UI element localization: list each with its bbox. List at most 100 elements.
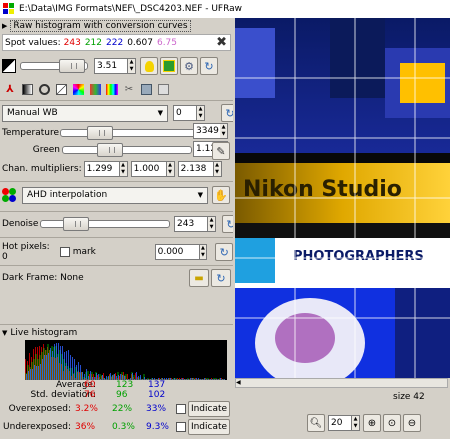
- histogram-bar: [166, 378, 167, 380]
- tab-lens-icon[interactable]: [36, 81, 52, 97]
- histogram-bar: [180, 379, 181, 380]
- tab-save-icon[interactable]: [138, 81, 154, 97]
- wb-picker-icon[interactable]: ✎: [212, 142, 230, 160]
- histogram-bar: [30, 369, 31, 380]
- histogram-bar: [184, 379, 185, 380]
- denoise-spin[interactable]: ▲ ▼: [208, 216, 216, 232]
- zoom-fit-icon[interactable]: ⊙: [383, 414, 401, 432]
- histogram-bar: [202, 379, 203, 380]
- auto-exposure-icon[interactable]: [140, 57, 158, 75]
- chan-mult-b-spin[interactable]: ▲ ▼: [214, 161, 222, 177]
- chan-mult-g-spin[interactable]: ▲ ▼: [167, 161, 175, 177]
- histogram-bar: [138, 376, 139, 380]
- green-slider-thumb[interactable]: [97, 143, 123, 157]
- scroll-left-icon[interactable]: ◀: [236, 379, 241, 386]
- histogram-bar: [208, 379, 209, 380]
- zoom-out-icon[interactable]: 🔍︎: [307, 414, 325, 432]
- histogram-bar: [58, 343, 59, 380]
- chan-mult-g-field[interactable]: 1.000: [131, 161, 167, 177]
- histogram-bar: [38, 366, 39, 380]
- underexposed-b: 9.3%: [146, 422, 169, 432]
- reset-hot-pixels-icon[interactable]: ↻: [215, 243, 233, 261]
- reset-dark-frame-icon[interactable]: ↻: [211, 269, 231, 287]
- interpolation-row: AHD interpolation ▼ ✋: [2, 185, 230, 205]
- hot-pixels-field[interactable]: 0.000: [155, 244, 200, 260]
- temperature-field[interactable]: 3349: [193, 123, 221, 139]
- tab-rgb-icon[interactable]: ⅄: [2, 81, 18, 97]
- chan-mult-r-spin[interactable]: ▲ ▼: [120, 161, 128, 177]
- tab-grayscale-icon[interactable]: [19, 81, 35, 97]
- open-dark-frame-icon[interactable]: ▬: [189, 269, 209, 287]
- histogram-bar: [172, 379, 173, 380]
- exposure-spin[interactable]: ▲ ▼: [128, 58, 136, 74]
- dark-frame-row: Dark Frame: None ▬ ↻: [2, 268, 231, 288]
- chan-mult-b-field[interactable]: 2.138: [178, 161, 214, 177]
- control-panel: ▶ Raw histogram with conversion curves S…: [0, 18, 233, 439]
- preview-pane: Nikon Studio PHOTOGRAPHERS ◀ size 42 🔍︎ …: [233, 18, 450, 439]
- exposure-field[interactable]: 3.51: [94, 58, 128, 74]
- restore-details-icon[interactable]: [160, 57, 178, 75]
- temperature-spin[interactable]: ▲ ▼: [220, 123, 228, 139]
- histogram-bar: [114, 374, 115, 380]
- live-histogram-expander[interactable]: ▼ Live histogram: [2, 327, 77, 339]
- histogram-bar: [34, 365, 35, 380]
- histogram-bar: [108, 376, 109, 380]
- denoise-field[interactable]: 243: [174, 216, 208, 232]
- histogram-bar: [82, 372, 83, 380]
- denoise-slider[interactable]: [40, 220, 170, 228]
- zoom-in-icon[interactable]: ⊕: [363, 414, 381, 432]
- overexposed-r: 3.2%: [75, 404, 98, 414]
- histogram-bar: [214, 379, 215, 380]
- average-g: 123: [116, 380, 133, 390]
- histogram-bar: [80, 365, 81, 380]
- overexposed-indicate-button[interactable]: Indicate: [188, 401, 230, 417]
- histogram-bar: [90, 371, 91, 380]
- tab-exif-icon[interactable]: [155, 81, 171, 97]
- chan-mult-r-field[interactable]: 1.299: [84, 161, 120, 177]
- underexposed-indicate-button[interactable]: Indicate: [188, 419, 230, 435]
- zoom-100-icon[interactable]: ⊖: [403, 414, 421, 432]
- histogram-bar: [52, 351, 53, 380]
- color-smoothing-icon[interactable]: ✋: [212, 186, 230, 204]
- dark-frame-label: Dark Frame: None: [2, 273, 189, 283]
- zoom-spin[interactable]: ▲ ▼: [352, 415, 360, 431]
- horizontal-scrollbar[interactable]: ◀: [235, 378, 448, 388]
- histogram-bar: [220, 378, 221, 380]
- histogram-bar: [146, 379, 147, 380]
- exposure-slider-thumb[interactable]: [59, 59, 85, 73]
- exposure-slider[interactable]: [20, 62, 88, 70]
- temperature-slider-thumb[interactable]: [87, 126, 113, 140]
- close-spot-icon[interactable]: ✖: [216, 35, 227, 50]
- zoom-field[interactable]: 20: [328, 415, 352, 431]
- tab-spectrum-icon[interactable]: [104, 81, 120, 97]
- raw-histogram-expander[interactable]: ▶ Raw histogram with conversion curves: [2, 19, 191, 32]
- histogram-bar: [54, 344, 55, 380]
- histogram-bar: [136, 372, 137, 380]
- histogram-bar: [176, 379, 177, 380]
- underexposed-indicate-checkbox[interactable]: [176, 422, 186, 432]
- clip-highlights-icon[interactable]: ⚙: [180, 57, 198, 75]
- tab-crop-icon[interactable]: ✂: [121, 81, 137, 97]
- green-slider[interactable]: [62, 146, 192, 154]
- hot-pixels-spin[interactable]: ▲ ▼: [200, 244, 208, 260]
- histogram-bar: [66, 351, 67, 380]
- overexposed-indicate-checkbox[interactable]: [176, 404, 186, 414]
- wb-fine-tune-field[interactable]: 0: [173, 105, 197, 121]
- histogram-bar: [200, 379, 201, 380]
- temperature-label: Temperature: [2, 128, 62, 138]
- app-icon: [3, 3, 15, 15]
- histogram-bar: [174, 378, 175, 380]
- mark-checkbox[interactable]: [60, 247, 70, 257]
- reset-exposure-icon[interactable]: ↻: [200, 57, 218, 75]
- wb-fine-tune-spin[interactable]: ▲ ▼: [197, 105, 205, 121]
- window-title: E:\Data\IMG Formats\NEF\_DSC4203.NEF - U…: [19, 4, 242, 14]
- tab-correct-icon[interactable]: [87, 81, 103, 97]
- wb-preset-select[interactable]: Manual WB ▼: [2, 105, 168, 122]
- tab-color-mgmt-icon[interactable]: [70, 81, 86, 97]
- histogram-bar: [32, 369, 33, 380]
- denoise-slider-thumb[interactable]: [63, 217, 89, 231]
- spot-g: 212: [85, 38, 102, 48]
- tab-curve-icon[interactable]: [53, 81, 69, 97]
- interpolation-select[interactable]: AHD interpolation ▼: [22, 187, 208, 204]
- histogram-bar: [50, 348, 51, 380]
